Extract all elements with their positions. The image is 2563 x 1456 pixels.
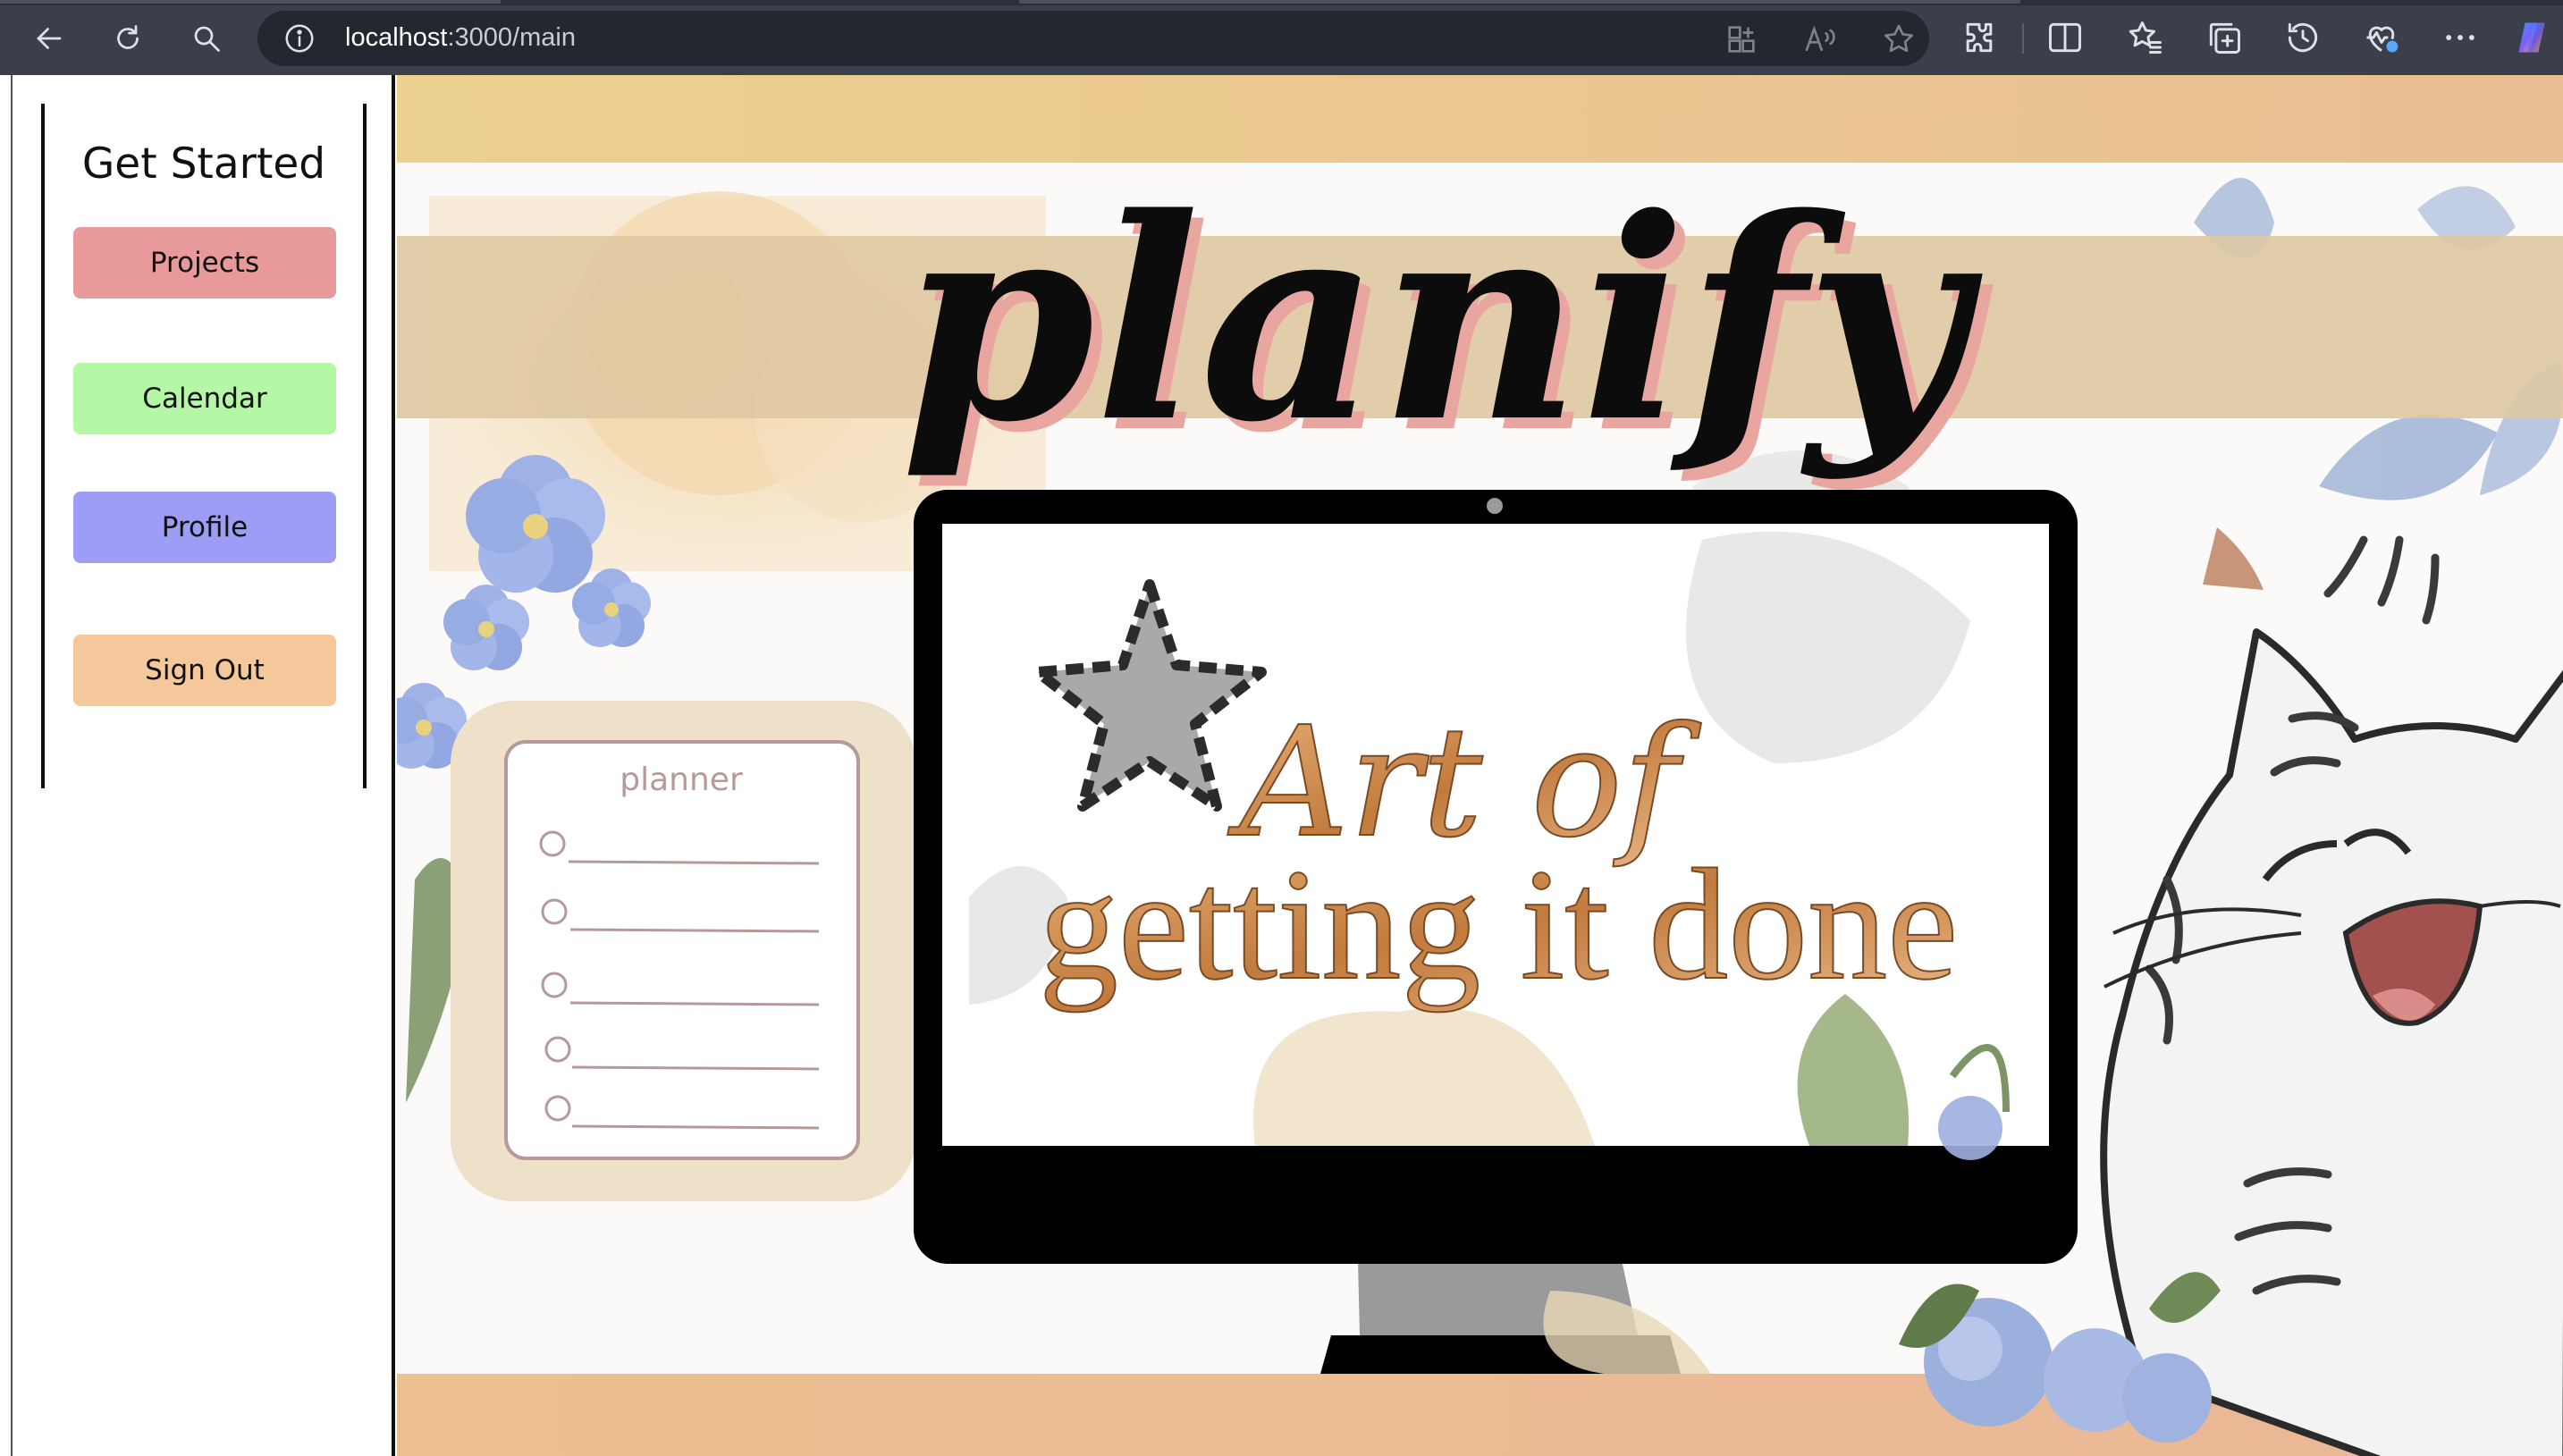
browser-toolbar: localhost:3000/main <box>0 0 2563 75</box>
planify-logo: planify planify <box>901 158 1994 494</box>
more-options-icon[interactable] <box>2441 18 2480 57</box>
extensions-icon[interactable] <box>1960 18 1999 57</box>
refresh-icon <box>117 25 139 49</box>
planify-logo-text: planify <box>901 158 1983 484</box>
top-color-band <box>397 75 2563 163</box>
calendar-button[interactable]: Calendar <box>73 363 336 434</box>
split-screen-icon[interactable] <box>2045 18 2085 57</box>
address-bar[interactable]: localhost:3000/main <box>257 11 1929 66</box>
hero-banner: planner Art of getting it done planify p… <box>397 75 2563 1456</box>
favorites-icon[interactable] <box>2126 18 2165 57</box>
refresh-button[interactable] <box>105 16 150 61</box>
sign-out-button[interactable]: Sign Out <box>73 635 336 706</box>
sidebar-title: Get Started <box>81 139 326 189</box>
profile-button[interactable]: Profile <box>73 492 336 563</box>
back-button[interactable] <box>27 16 72 61</box>
planner-card: planner <box>451 701 915 1201</box>
arrow-left-icon <box>37 28 62 49</box>
monitor-camera <box>1487 498 1503 514</box>
copilot-icon[interactable] <box>2512 18 2551 57</box>
url-text[interactable]: localhost:3000/main <box>345 23 576 53</box>
monitor-illustration: Art of getting it done <box>914 490 2078 1374</box>
projects-button[interactable]: Projects <box>73 227 336 299</box>
screen-headline-line2: getting it done <box>1039 836 1958 1013</box>
url-host: localhost <box>345 23 448 52</box>
app-available-icon[interactable] <box>1724 21 1759 57</box>
info-icon[interactable] <box>282 21 316 55</box>
planner-title: planner <box>620 762 743 798</box>
browser-essentials-icon[interactable] <box>2362 18 2401 57</box>
search-button[interactable] <box>184 16 229 61</box>
toolbar-separator <box>2022 23 2024 54</box>
collections-icon[interactable] <box>2205 18 2244 57</box>
sidebar: Get Started Projects Calendar Profile Si… <box>11 75 395 1456</box>
read-aloud-icon[interactable] <box>1802 21 1838 57</box>
search-icon <box>194 26 220 52</box>
url-path: :3000/main <box>447 23 576 52</box>
history-icon[interactable] <box>2283 18 2323 57</box>
page-content: Get Started Projects Calendar Profile Si… <box>0 75 2563 1456</box>
tab-strip <box>0 0 2563 5</box>
favorite-star-icon[interactable] <box>1881 21 1917 57</box>
sidebar-panel: Get Started Projects Calendar Profile Si… <box>41 104 367 788</box>
